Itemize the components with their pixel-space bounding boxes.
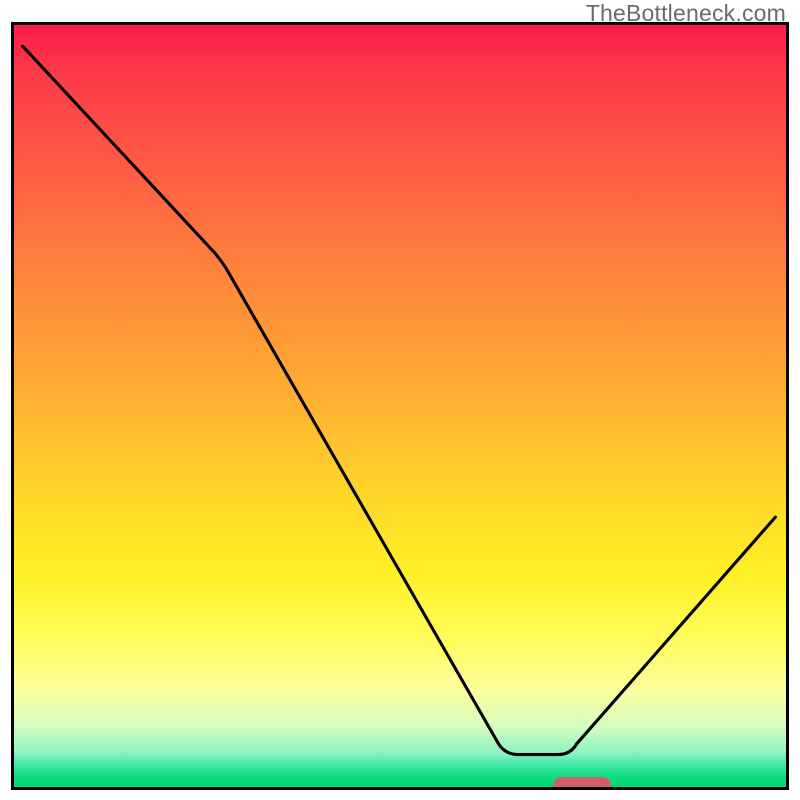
bottleneck-curve — [14, 25, 786, 790]
optimal-range-marker — [553, 777, 611, 790]
curve-path — [23, 46, 776, 754]
chart-frame — [11, 22, 789, 790]
